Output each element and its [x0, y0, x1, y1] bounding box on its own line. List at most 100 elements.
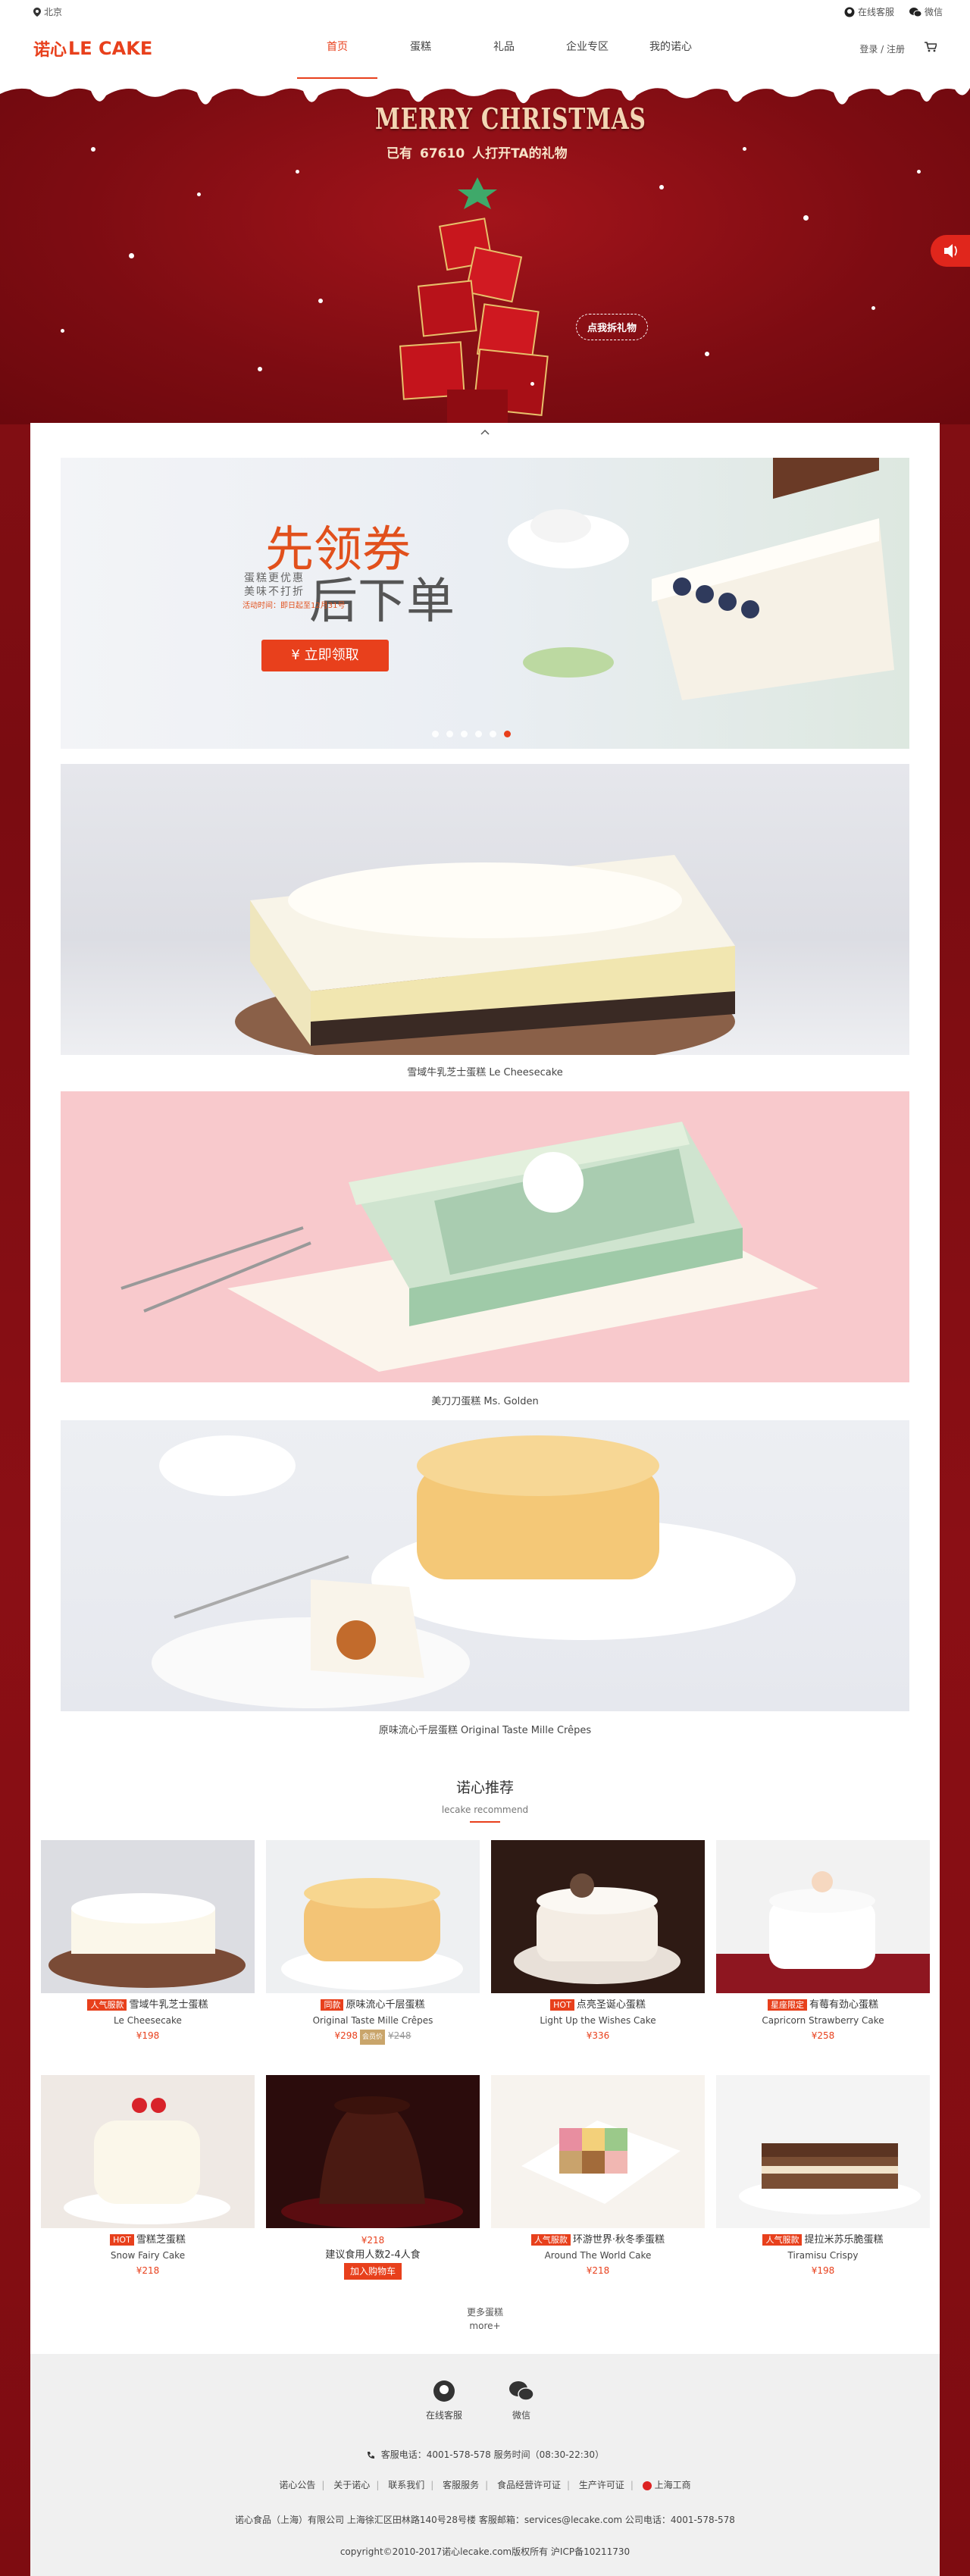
product-price: ¥198: [136, 2030, 160, 2041]
product-name-en: Tiramisu Crispy: [787, 2250, 859, 2261]
product-tag: HOT: [110, 2234, 134, 2246]
product-name[interactable]: 原味流心千层蛋糕: [346, 1999, 424, 2011]
online-service-link[interactable]: 在线客服: [844, 5, 894, 18]
footer-wechat-link[interactable]: 微信: [509, 2380, 534, 2421]
product-card[interactable]: HOT 点亮圣诞心蛋糕 Light Up the Wishes Cake ¥336: [491, 1840, 705, 2043]
carousel-dot-active[interactable]: [504, 731, 511, 737]
crepe-cake-banner[interactable]: [61, 1420, 909, 1711]
wechat-icon: [909, 7, 922, 17]
product-name[interactable]: 有莓有劲心蛋糕: [809, 1999, 878, 2011]
golden-cake-banner[interactable]: [61, 1091, 909, 1382]
cart-button[interactable]: [925, 41, 938, 55]
coupon-title-2: 后下单: [309, 574, 455, 630]
nav-cakes[interactable]: 蛋糕: [379, 21, 462, 79]
more-cakes-link[interactable]: 更多蛋糕 more+: [30, 2305, 940, 2333]
product-image[interactable]: [716, 2075, 930, 2228]
footer-link[interactable]: 上海工商: [655, 2480, 691, 2490]
product-card[interactable]: 人气服款 提拉米苏乐脆蛋糕 Tiramisu Crispy ¥198: [716, 2075, 930, 2278]
nav-enterprise[interactable]: 企业专区: [546, 21, 629, 79]
product-card[interactable]: ¥218 建议食用人数2-4人食 加入购物车: [266, 2075, 480, 2280]
add-to-cart-button[interactable]: 加入购物车: [343, 2263, 402, 2280]
carousel-dot[interactable]: [461, 731, 468, 737]
collapse-up-icon[interactable]: [480, 429, 490, 435]
product-name[interactable]: 点亮圣诞心蛋糕: [577, 1999, 646, 2011]
product-card[interactable]: 星座限定 有莓有劲心蛋糕 Capricorn Strawberry Cake ¥2…: [716, 1840, 930, 2043]
product-name[interactable]: 环游世界·秋冬季蛋糕: [573, 2234, 665, 2246]
footer-link[interactable]: 食品经营许可证: [497, 2480, 561, 2490]
site-logo[interactable]: 诺心 LE CAKE: [33, 36, 152, 61]
product-name[interactable]: 提拉米苏乐脆蛋糕: [804, 2234, 883, 2246]
hero-subtitle: 已有 67610 人打开TA的礼物: [386, 142, 568, 161]
product-tag: 同款: [321, 1999, 344, 2011]
footer-link[interactable]: 关于诺心: [333, 2480, 370, 2490]
cheesecake-banner[interactable]: [61, 764, 909, 1055]
footer-wechat-label: 微信: [512, 2410, 530, 2421]
snowflake: [318, 299, 323, 303]
snowflake: [296, 170, 299, 174]
product-card[interactable]: 人气服款 环游世界·秋冬季蛋糕 Around The World Cake ¥21…: [491, 2075, 705, 2278]
coupon-banner[interactable]: 先领券 蛋糕更优惠 美味不打折 后下单 活动时间：即日起至12月31号 ¥ 立即…: [61, 458, 909, 749]
product-image[interactable]: [491, 1840, 705, 1993]
gift-tree-illustration[interactable]: [379, 162, 568, 424]
recommend-subtitle: lecake recommend: [441, 1804, 529, 1815]
location-selector[interactable]: 北京: [33, 5, 62, 18]
login-register-link[interactable]: 登录 / 注册: [859, 42, 905, 55]
carousel-dot[interactable]: [446, 731, 453, 737]
footer-link[interactable]: 诺心公告: [279, 2480, 315, 2490]
snowflake: [530, 382, 534, 386]
snowflake: [129, 253, 134, 258]
product-desc: 建议食用人数2-4人食: [325, 2249, 421, 2261]
product-name[interactable]: 雪糕芝蛋糕: [136, 2234, 186, 2246]
vip-badge: 会员价: [359, 2030, 385, 2045]
snowflake: [91, 147, 95, 152]
product-info: 人气服款 环游世界·秋冬季蛋糕 Around The World Cake ¥21…: [491, 2233, 705, 2278]
product-image[interactable]: [41, 1840, 255, 1993]
product-card[interactable]: 同款 原味流心千层蛋糕 Original Taste Mille Crêpes ¥…: [266, 1840, 480, 2045]
product-image[interactable]: [491, 2075, 705, 2228]
coupon-date: 活动时间：即日起至12月31号: [242, 602, 346, 610]
music-toggle[interactable]: [931, 235, 970, 267]
product-card[interactable]: HOT 雪糕芝蛋糕 Snow Fairy Cake ¥218: [41, 2075, 255, 2278]
snowflake: [743, 147, 746, 151]
product-name-en: Light Up the Wishes Cake: [540, 2015, 656, 2026]
product-image[interactable]: [41, 2075, 255, 2228]
product-card[interactable]: 人气服款 雪域牛乳芝士蛋糕 Le Cheesecake ¥198: [41, 1840, 255, 2043]
carousel-dot[interactable]: [475, 731, 482, 737]
carousel-dot[interactable]: [432, 731, 439, 737]
footer-copyright: copyright©2010-2017诺心lecake.com版权所有 沪ICP…: [340, 2546, 630, 2557]
nav-home[interactable]: 首页: [296, 21, 379, 79]
online-service-label: 在线客服: [857, 7, 894, 17]
product-price: ¥218: [586, 2265, 610, 2276]
recommend-title: 诺心推荐: [455, 1779, 514, 1796]
product-name[interactable]: 雪域牛乳芝士蛋糕: [129, 1999, 208, 2011]
carousel-dot[interactable]: [490, 731, 496, 737]
product-image[interactable]: [266, 1840, 480, 1993]
footer-service-link[interactable]: 在线客服: [426, 2380, 462, 2421]
footer-link[interactable]: 客服服务: [443, 2480, 479, 2490]
product-info: 同款 原味流心千层蛋糕 Original Taste Mille Crêpes ¥…: [266, 1998, 480, 2045]
nav-my-account[interactable]: 我的诺心: [629, 21, 712, 79]
product-price-alt: ¥248: [388, 2030, 411, 2041]
product-price: ¥258: [811, 2030, 835, 2041]
logo-en: LE CAKE: [68, 38, 153, 59]
footer-link[interactable]: 生产许可证: [579, 2480, 624, 2490]
footer-company: 诺心食品（上海）有限公司 上海徐汇区田林路140号28号楼 客服邮箱：servi…: [235, 2515, 735, 2525]
wechat-label: 微信: [924, 7, 943, 17]
hero-title: MERRY CHRISTMAS: [375, 102, 646, 136]
claim-coupon-button[interactable]: ¥ 立即领取: [261, 640, 389, 671]
footer-hotline-text: 客服电话：4001-578-578 服务时间（08:30-22:30）: [380, 2449, 605, 2460]
snowflake: [258, 367, 262, 371]
product-name-en: Snow Fairy Cake: [110, 2250, 186, 2261]
footer-link[interactable]: 联系我们: [388, 2480, 424, 2490]
open-gift-button[interactable]: 点我拆礼物: [576, 314, 649, 340]
wechat-link[interactable]: 微信: [909, 5, 943, 18]
site-footer: 在线客服 微信 客服电话：4001-578-578 服务时间（08:30-22:…: [30, 2354, 940, 2576]
recommend-header: 诺心推荐 lecake recommend: [30, 1776, 940, 1823]
snowflake: [197, 192, 201, 196]
nav-gifts[interactable]: 礼品: [462, 21, 546, 79]
product-image[interactable]: [716, 1840, 930, 1993]
snowflake: [705, 352, 709, 356]
carousel-dots: [432, 731, 511, 737]
product-name-en: Capricorn Strawberry Cake: [762, 2015, 884, 2026]
product-image[interactable]: [266, 2075, 480, 2228]
